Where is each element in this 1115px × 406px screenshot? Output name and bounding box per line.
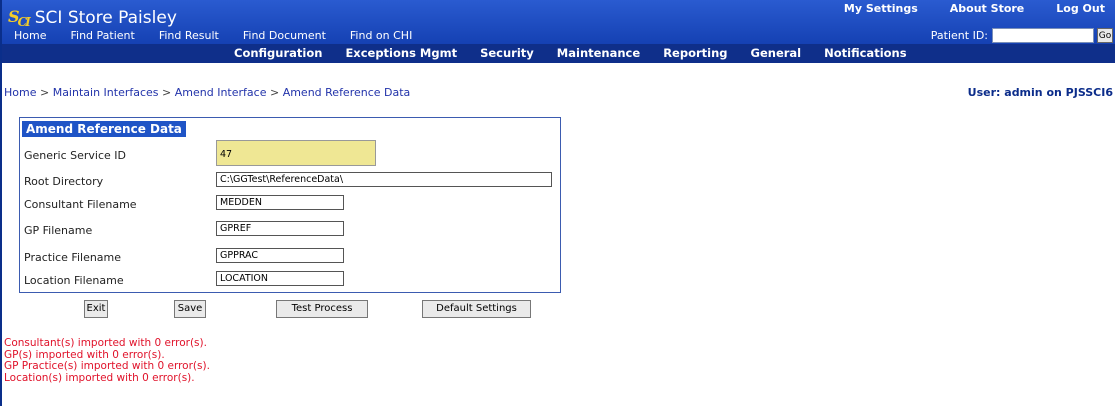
patient-id-search: Patient ID: Go	[931, 27, 1113, 44]
my-settings-link[interactable]: My Settings	[822, 2, 928, 15]
generic-service-id-field	[216, 140, 376, 166]
practice-filename-field[interactable]	[216, 248, 344, 263]
amend-form-panel: Amend Reference Data Generic Service ID …	[19, 117, 561, 293]
about-store-link[interactable]: About Store	[928, 2, 1035, 15]
subnav-security[interactable]: Security	[480, 46, 534, 60]
app-title: SCI Store Paisley	[34, 8, 177, 28]
panel-title: Amend Reference Data	[22, 121, 186, 137]
go-button[interactable]: Go	[1097, 28, 1113, 43]
consultant-filename-field[interactable]	[216, 195, 344, 210]
nav-find-on-chi[interactable]: Find on CHI	[338, 29, 424, 42]
sub-nav: Configuration Exceptions Mgmt Security M…	[2, 44, 1115, 82]
status-message: Location(s) imported with 0 error(s).	[4, 371, 195, 384]
nav-find-patient[interactable]: Find Patient	[58, 29, 146, 42]
patient-id-input[interactable]	[992, 28, 1094, 43]
subnav-reporting[interactable]: Reporting	[663, 46, 727, 60]
breadcrumb-maintain-interfaces[interactable]: Maintain Interfaces	[53, 86, 159, 99]
subnav-configuration[interactable]: Configuration	[234, 46, 322, 60]
subnav-maintenance[interactable]: Maintenance	[557, 46, 640, 60]
user-info: User: admin on PJSSCI6	[967, 86, 1113, 99]
status-message: GP Practice(s) imported with 0 error(s).	[4, 360, 210, 372]
main-nav: Home Find Patient Find Result Find Docum…	[2, 27, 424, 44]
default-settings-button[interactable]: Default Settings	[422, 300, 531, 318]
root-directory-field[interactable]	[216, 172, 552, 187]
nav-home[interactable]: Home	[2, 29, 58, 42]
root-directory-label: Root Directory	[24, 175, 104, 188]
consultant-filename-label: Consultant Filename	[24, 198, 137, 211]
patient-id-label: Patient ID:	[930, 29, 988, 42]
breadcrumb: Home > Maintain Interfaces > Amend Inter…	[4, 86, 411, 99]
subnav-exceptions-mgmt[interactable]: Exceptions Mgmt	[345, 46, 457, 60]
generic-service-id-label: Generic Service ID	[24, 149, 127, 162]
gp-filename-label: GP Filename	[24, 224, 93, 237]
nav-find-document[interactable]: Find Document	[231, 29, 338, 42]
gp-filename-field[interactable]	[216, 221, 344, 236]
breadcrumb-amend-interface[interactable]: Amend Interface	[175, 86, 267, 99]
practice-filename-label: Practice Filename	[24, 251, 122, 264]
test-process-button[interactable]: Test Process	[276, 300, 368, 318]
breadcrumb-home[interactable]: Home	[4, 86, 36, 99]
subnav-notifications[interactable]: Notifications	[824, 46, 906, 60]
logo-icon: SCI	[8, 6, 31, 30]
log-out-link[interactable]: Log Out	[1034, 2, 1115, 15]
location-filename-label: Location Filename	[24, 274, 124, 287]
top-links: My Settings About Store Log Out	[822, 2, 1115, 15]
location-filename-field[interactable]	[216, 271, 344, 286]
breadcrumb-current: Amend Reference Data	[282, 86, 411, 99]
save-button[interactable]: Save	[174, 300, 206, 318]
status-message: Consultant(s) imported with 0 error(s).	[4, 337, 207, 349]
nav-find-result[interactable]: Find Result	[147, 29, 231, 42]
subnav-general[interactable]: General	[751, 46, 802, 60]
status-messages: Consultant(s) imported with 0 error(s). …	[4, 337, 210, 384]
header-bar: SCI SCI Store Paisley My Settings About …	[2, 0, 1115, 44]
exit-button[interactable]: Exit	[84, 300, 108, 318]
